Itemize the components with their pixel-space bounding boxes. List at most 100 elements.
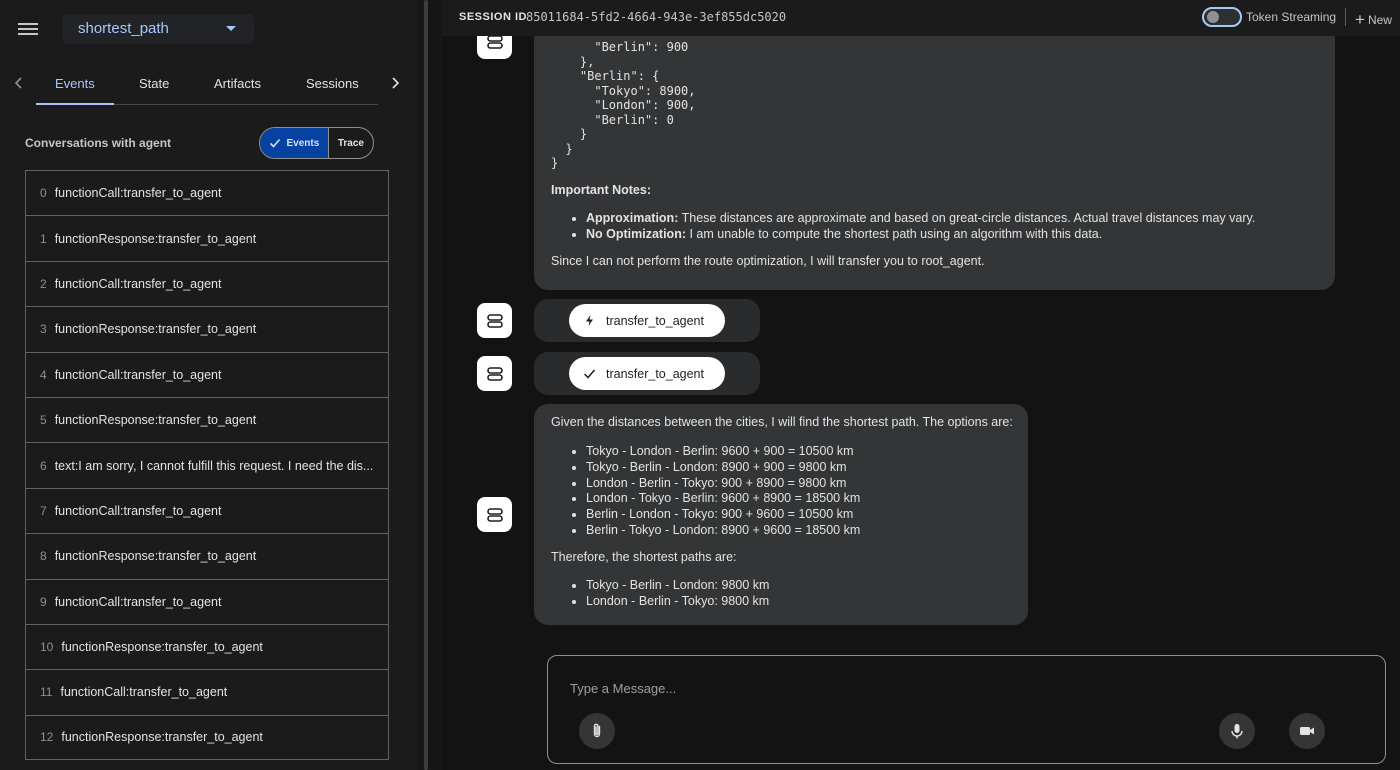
- header-separator: [1345, 8, 1346, 26]
- tab-state[interactable]: State: [139, 76, 169, 91]
- menu-icon[interactable]: [18, 20, 38, 38]
- shortest-path-item: London - Berlin - Tokyo: 9800 km: [586, 594, 769, 610]
- tab-artifacts[interactable]: Artifacts: [214, 76, 261, 91]
- function-call-message: transfer_to_agent: [534, 299, 760, 342]
- route-option: Tokyo - London - Berlin: 9600 + 900 = 10…: [586, 444, 860, 460]
- microphone-icon: [1231, 724, 1243, 739]
- resize-grip[interactable]: [424, 0, 428, 770]
- new-session-label: New: [1367, 13, 1392, 27]
- event-text: functionCall:transfer_to_agent: [54, 594, 222, 609]
- event-row[interactable]: 12 functionResponse:transfer_to_agent: [25, 714, 389, 761]
- new-session-button[interactable]: + New: [1355, 9, 1392, 29]
- event-index: 10: [40, 640, 54, 655]
- agent-avatar-icon: [477, 497, 512, 532]
- session-id-value: 85011684-5fd2-4664-943e-3ef855dc5020: [526, 10, 787, 24]
- agent-avatar-icon: [477, 356, 512, 391]
- event-index: 1: [40, 231, 47, 246]
- event-text: functionCall:transfer_to_agent: [54, 186, 222, 201]
- microphone-button[interactable]: [1219, 713, 1255, 749]
- video-camera-icon: [1300, 727, 1314, 735]
- event-index: 11: [40, 685, 53, 700]
- app-root: shortest_path Events State Artifacts Ses…: [0, 0, 1400, 770]
- attach-button[interactable]: [579, 713, 615, 749]
- events-toggle-button[interactable]: Events: [260, 128, 329, 158]
- agent-avatar-icon: [477, 36, 512, 59]
- event-row[interactable]: 5 functionResponse:transfer_to_agent: [25, 396, 389, 443]
- note-text: I am unable to compute the shortest path…: [686, 227, 1103, 241]
- toggle-knob: [1207, 11, 1219, 23]
- agent-avatar-icon: [477, 303, 512, 338]
- event-row[interactable]: 3 functionResponse:transfer_to_agent: [25, 306, 389, 352]
- event-row[interactable]: 4 functionCall:transfer_to_agent: [25, 351, 389, 397]
- route-option: London - Tokyo - Berlin: 9600 + 8900 = 1…: [586, 491, 860, 507]
- note-label: No Optimization:: [586, 227, 686, 241]
- event-row[interactable]: 1 functionResponse:transfer_to_agent: [25, 215, 389, 261]
- check-icon: [583, 369, 596, 379]
- chevron-left-icon[interactable]: [12, 76, 26, 90]
- session-id-label: SESSION ID: [459, 11, 527, 23]
- event-row[interactable]: 11 functionCall:transfer_to_agent: [25, 669, 389, 715]
- route-options-list: Tokyo - London - Berlin: 9600 + 900 = 10…: [586, 444, 860, 539]
- function-call-chip[interactable]: transfer_to_agent: [569, 304, 725, 337]
- chat-area: "Berlin": 900 }, "Berlin": { "Tokyo": 89…: [442, 36, 1400, 646]
- function-response-chip[interactable]: transfer_to_agent: [569, 357, 725, 390]
- event-row[interactable]: 2 functionCall:transfer_to_agent: [25, 260, 389, 307]
- event-row[interactable]: 10 functionResponse:transfer_to_agent: [25, 623, 389, 670]
- event-row[interactable]: 7 functionCall:transfer_to_agent: [25, 487, 389, 534]
- event-row[interactable]: 8 functionResponse:transfer_to_agent: [25, 533, 389, 579]
- event-index: 6: [40, 458, 47, 473]
- event-index: 12: [40, 730, 54, 745]
- note-label: Approximation:: [586, 211, 679, 225]
- event-index: 4: [40, 367, 47, 382]
- closing-text: Since I can not perform the route optimi…: [551, 254, 985, 268]
- video-button[interactable]: [1289, 713, 1325, 749]
- plus-icon: +: [1355, 10, 1365, 29]
- event-index: 9: [40, 594, 47, 609]
- message-composer: [547, 655, 1386, 764]
- event-row[interactable]: 9 functionCall:transfer_to_agent: [25, 578, 389, 624]
- event-index: 7: [40, 503, 47, 518]
- check-icon: [269, 138, 280, 148]
- conversations-title: Conversations with agent: [25, 136, 172, 150]
- event-text: functionResponse:transfer_to_agent: [54, 549, 257, 564]
- chevron-right-icon[interactable]: [388, 76, 402, 90]
- tab-events[interactable]: Events: [55, 76, 95, 91]
- event-index: 8: [40, 549, 47, 564]
- function-response-message: transfer_to_agent: [534, 352, 760, 395]
- agent-answer-message: Given the distances between the cities, …: [534, 404, 1028, 625]
- event-text: functionResponse:transfer_to_agent: [54, 322, 257, 337]
- paperclip-icon: [593, 723, 601, 738]
- event-text: functionCall:transfer_to_agent: [54, 367, 222, 382]
- event-row[interactable]: 0 functionCall:transfer_to_agent: [25, 170, 389, 216]
- event-text: functionCall:transfer_to_agent: [54, 276, 222, 291]
- event-text: text:I am sorry, I cannot fulfill this r…: [54, 458, 374, 473]
- event-text: functionResponse:transfer_to_agent: [54, 413, 257, 428]
- route-option: Berlin - London - Tokyo: 900 + 9600 = 10…: [586, 507, 860, 523]
- event-index: 5: [40, 413, 47, 428]
- trace-toggle-button[interactable]: Trace: [329, 128, 373, 158]
- route-option: Berlin - Tokyo - London: 8900 + 9600 = 1…: [586, 523, 860, 539]
- tab-sessions[interactable]: Sessions: [306, 76, 359, 91]
- panel-resize-handle[interactable]: [418, 0, 442, 770]
- token-streaming-toggle[interactable]: [1202, 7, 1242, 27]
- sidebar-tabs: Events State Artifacts Sessions: [0, 62, 418, 106]
- event-list: 0 functionCall:transfer_to_agent 1 functio…: [25, 170, 389, 761]
- app-selector[interactable]: shortest_path: [62, 14, 254, 44]
- message-input[interactable]: [570, 678, 1350, 698]
- event-text: functionCall:transfer_to_agent: [54, 503, 222, 518]
- function-call-label: transfer_to_agent: [606, 313, 704, 328]
- event-row[interactable]: 6 text:I am sorry, I cannot fulfill this …: [25, 442, 389, 488]
- active-tab-indicator: [36, 103, 114, 105]
- main-panel: SESSION ID 85011684-5fd2-4664-943e-3ef85…: [442, 0, 1400, 770]
- notes-list: Approximation: These distances are appro…: [586, 210, 1255, 242]
- event-text: functionResponse:transfer_to_agent: [54, 231, 257, 246]
- note-item: Approximation: These distances are appro…: [586, 210, 1255, 226]
- shortest-paths-list: Tokyo - Berlin - London: 9800 km London …: [586, 578, 769, 610]
- shortest-path-item: Tokyo - Berlin - London: 9800 km: [586, 578, 769, 594]
- event-text: functionResponse:transfer_to_agent: [61, 730, 263, 745]
- event-text: functionCall:transfer_to_agent: [60, 685, 228, 700]
- note-text: These distances are approximate and base…: [678, 211, 1256, 225]
- therefore-text: Therefore, the shortest paths are:: [551, 550, 737, 564]
- answer-intro: Given the distances between the cities, …: [551, 415, 1013, 429]
- event-index: 3: [40, 322, 47, 337]
